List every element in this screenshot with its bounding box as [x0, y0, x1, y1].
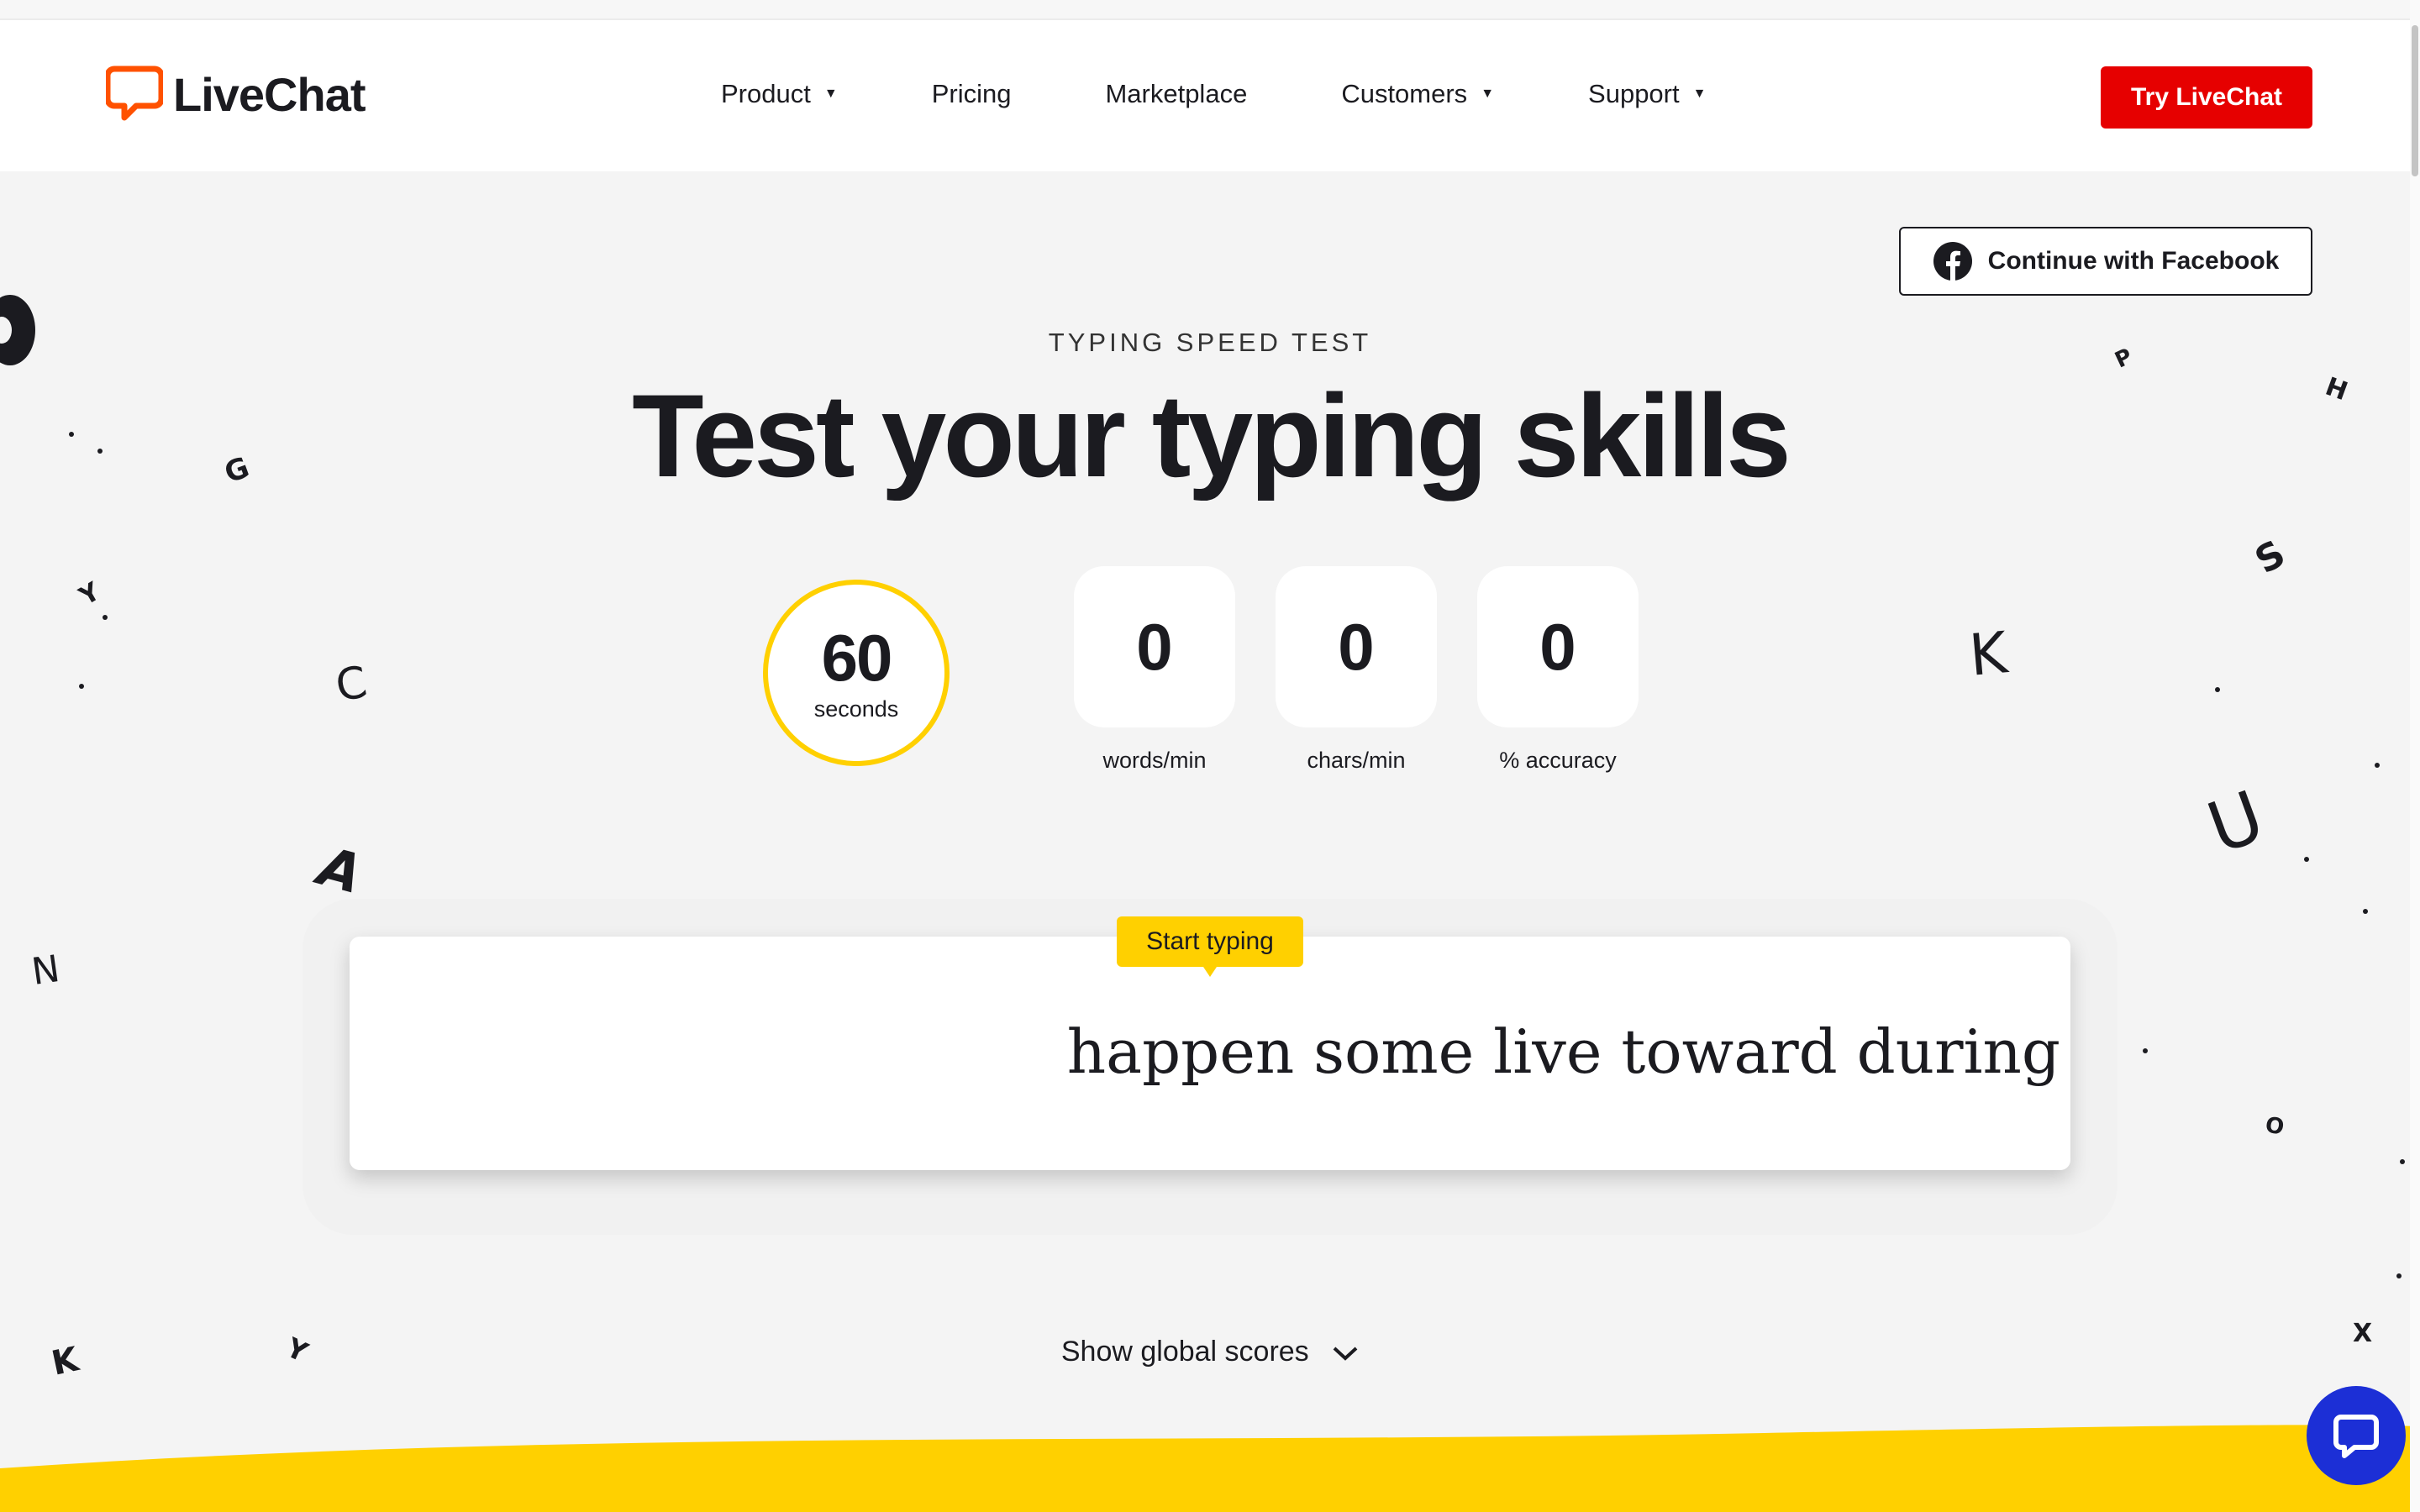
stat-words-per-min: 0 words/min — [1074, 566, 1235, 774]
nav-product-label: Product — [721, 79, 811, 108]
yellow-wave-footer — [0, 1425, 2420, 1512]
nav-marketplace[interactable]: Marketplace — [1105, 79, 1247, 109]
decor-dot — [2363, 909, 2368, 914]
decor-letter: A — [312, 835, 369, 907]
global-scores-label: Show global scores — [1060, 1336, 1309, 1368]
decor-dot — [2400, 1159, 2405, 1164]
stat-value: 0 — [1276, 566, 1437, 727]
chat-widget-button[interactable] — [2307, 1386, 2406, 1485]
facebook-button-label: Continue with Facebook — [1987, 247, 2280, 275]
timer-value: 60 — [821, 620, 893, 695]
stat-value: 0 — [1477, 566, 1639, 727]
caret-down-icon: ▼ — [1692, 87, 1707, 101]
decor-letter: U — [2197, 774, 2275, 870]
caret-down-icon: ▼ — [823, 87, 838, 101]
nav-support-label: Support — [1588, 79, 1680, 108]
decor-letter: N — [29, 947, 63, 995]
stat-value: 0 — [1074, 566, 1235, 727]
words-to-type: happen some live toward during — [1066, 1016, 2060, 1087]
page-scrollbar[interactable] — [2410, 0, 2420, 1512]
nav-customers[interactable]: Customers ▼ — [1341, 79, 1494, 109]
scrollbar-thumb[interactable] — [2412, 25, 2418, 176]
nav-marketplace-label: Marketplace — [1105, 79, 1248, 108]
nav-pricing-label: Pricing — [931, 79, 1012, 108]
facebook-icon — [1933, 242, 1972, 281]
main-nav: Product ▼ Pricing Marketplace Customers … — [721, 79, 1706, 109]
decor-dot — [2215, 687, 2220, 692]
nav-support[interactable]: Support ▼ — [1588, 79, 1706, 109]
livechat-logo[interactable]: LiveChat — [106, 66, 366, 123]
decor-dot — [2304, 857, 2309, 862]
decor-dot — [2143, 1048, 2148, 1053]
decor-dot — [2396, 1273, 2402, 1278]
chat-bubble-icon — [2333, 1415, 2379, 1458]
decor-dot — [103, 615, 108, 620]
countdown-timer: 60 seconds — [763, 580, 950, 766]
chevron-down-icon — [1333, 1347, 1358, 1361]
nav-pricing[interactable]: Pricing — [932, 79, 1012, 109]
decor-letter: S — [2248, 532, 2293, 583]
logo-text: LiveChat — [173, 67, 366, 121]
stat-chars-per-min: 0 chars/min — [1276, 566, 1437, 774]
nav-customers-label: Customers — [1341, 79, 1468, 108]
decor-dot — [79, 684, 84, 689]
page-eyebrow: TYPING SPEED TEST — [1048, 328, 1372, 357]
decor-letter: C — [332, 657, 371, 712]
continue-with-facebook-button[interactable]: Continue with Facebook — [1899, 227, 2312, 296]
decor-dot — [2375, 763, 2380, 768]
caret-down-icon: ▼ — [1481, 87, 1495, 101]
decor-letter: O — [2263, 1112, 2286, 1141]
show-global-scores-toggle[interactable]: Show global scores — [0, 1336, 2420, 1368]
stat-accuracy: 0 % accuracy — [1477, 566, 1639, 774]
livechat-logo-icon — [106, 66, 163, 121]
try-livechat-button[interactable]: Try LiveChat — [2101, 66, 2312, 129]
stat-label: chars/min — [1307, 748, 1406, 773]
browser-top-strip — [0, 0, 2420, 20]
decor-letter: Y — [74, 576, 106, 612]
timer-unit: seconds — [813, 696, 899, 722]
stat-label: words/min — [1102, 748, 1207, 773]
site-header: LiveChat Product ▼ Pricing Marketplace C… — [0, 20, 2420, 171]
start-typing-tooltip: Start typing — [1117, 916, 1303, 977]
page-title: Test your typing skills — [632, 370, 1791, 501]
decor-letter: K — [1966, 620, 2010, 690]
nav-product[interactable]: Product ▼ — [721, 79, 838, 109]
stat-label: % accuracy — [1499, 748, 1617, 773]
